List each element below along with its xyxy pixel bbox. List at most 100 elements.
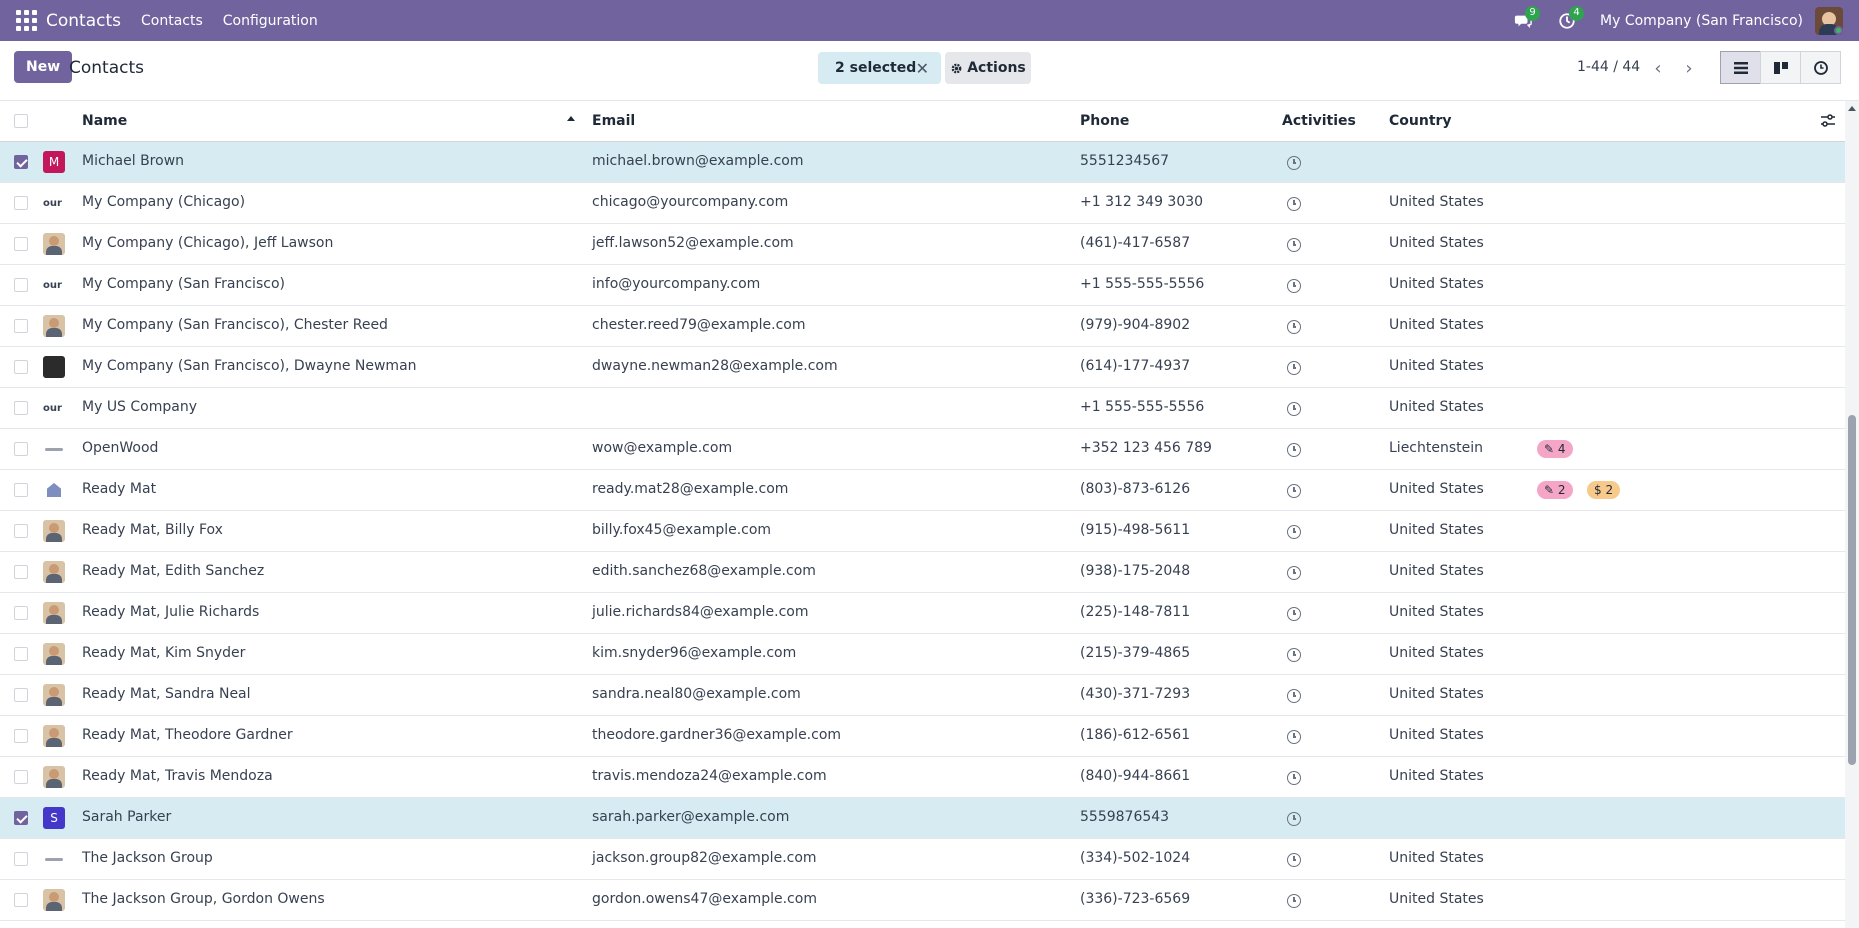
table-row[interactable]: our My Company (Chicago) chicago@yourcompa… — [0, 183, 1845, 224]
activity-clock-icon[interactable] — [1287, 894, 1301, 908]
table-row[interactable]: Ready Mat, Kim Snyder kim.snyder96@exampl… — [0, 634, 1845, 675]
row-checkbox[interactable] — [14, 278, 28, 292]
contact-avatar — [43, 725, 65, 747]
table-row[interactable]: M Michael Brown michael.brown@example.com 5… — [0, 142, 1845, 183]
contact-avatar: our — [43, 397, 65, 419]
messages-button[interactable]: 9 — [1512, 5, 1541, 32]
contact-avatar — [43, 438, 65, 460]
activity-tag[interactable]: ✎ 2 — [1537, 481, 1573, 499]
contact-avatar: our — [43, 274, 65, 296]
pager-next-icon[interactable]: › — [1674, 53, 1704, 83]
row-checkbox[interactable] — [14, 893, 28, 907]
column-phone[interactable]: Phone — [1080, 113, 1129, 129]
activity-clock-icon[interactable] — [1287, 443, 1301, 457]
table-row[interactable]: My Company (San Francisco), Chester Reed… — [0, 306, 1845, 347]
row-checkbox[interactable] — [14, 319, 28, 333]
row-checkbox[interactable] — [14, 196, 28, 210]
activity-clock-icon[interactable] — [1287, 730, 1301, 744]
app-menu-icon[interactable] — [14, 9, 38, 33]
table-row[interactable]: our My US Company +1 555-555-5556 United St… — [0, 388, 1845, 429]
row-checkbox[interactable] — [14, 770, 28, 784]
table-row[interactable]: Ready Mat, Sandra Neal sandra.neal80@exam… — [0, 675, 1845, 716]
table-row[interactable]: Ready Mat, Julie Richards julie.richards8… — [0, 593, 1845, 634]
row-checkbox[interactable] — [14, 524, 28, 538]
activity-clock-icon[interactable] — [1287, 853, 1301, 867]
activity-tag[interactable]: ✎ 4 — [1537, 440, 1573, 458]
contact-avatar — [43, 561, 65, 583]
activity-clock-icon[interactable] — [1287, 279, 1301, 293]
activity-view-button[interactable] — [1800, 51, 1841, 84]
table-row[interactable]: S Sarah Parker sarah.parker@example.com 555… — [0, 798, 1845, 839]
activity-clock-icon[interactable] — [1287, 566, 1301, 580]
table-row[interactable]: Ready Mat, Billy Fox billy.fox45@example.… — [0, 511, 1845, 552]
kanban-view-button[interactable] — [1760, 51, 1801, 84]
activity-clock-icon[interactable] — [1287, 689, 1301, 703]
contact-avatar — [43, 479, 65, 501]
contact-phone: (840)-944-8661 — [1080, 768, 1191, 784]
row-checkbox[interactable] — [14, 401, 28, 415]
contact-phone: +1 555-555-5556 — [1080, 399, 1205, 415]
sale-tag[interactable]: $ 2 — [1587, 481, 1621, 499]
contact-name: My Company (San Francisco), Dwayne Newma… — [82, 358, 417, 374]
company-switcher[interactable]: My Company (San Francisco) — [1600, 13, 1803, 29]
contact-name: Ready Mat, Billy Fox — [82, 522, 223, 538]
activity-clock-icon[interactable] — [1287, 771, 1301, 785]
activity-clock-icon[interactable] — [1287, 402, 1301, 416]
row-checkbox[interactable] — [14, 565, 28, 579]
table-row[interactable]: The Jackson Group, Gordon Owens gordon.ow… — [0, 880, 1845, 921]
column-activities[interactable]: Activities — [1282, 113, 1356, 129]
table-row[interactable]: Ready Mat, Theodore Gardner theodore.gard… — [0, 716, 1845, 757]
activity-clock-icon[interactable] — [1287, 361, 1301, 375]
activity-clock-icon[interactable] — [1287, 648, 1301, 662]
contact-phone: (186)-612-6561 — [1080, 727, 1191, 743]
column-country[interactable]: Country — [1389, 113, 1452, 129]
pager-previous-icon[interactable]: ‹ — [1643, 53, 1673, 83]
activities-button[interactable]: 4 — [1556, 5, 1585, 32]
row-checkbox[interactable] — [14, 811, 28, 825]
activity-clock-icon[interactable] — [1287, 320, 1301, 334]
app-name[interactable]: Contacts — [46, 11, 121, 31]
table-row[interactable]: OpenWood wow@example.com +352 123 456 789 L… — [0, 429, 1845, 470]
activity-clock-icon[interactable] — [1287, 238, 1301, 252]
row-checkbox[interactable] — [14, 237, 28, 251]
list-view-button[interactable] — [1720, 51, 1761, 84]
row-checkbox[interactable] — [14, 729, 28, 743]
pager-value[interactable]: 1-44 / 44 — [1577, 59, 1640, 75]
table-row[interactable]: Ready Mat, Travis Mendoza travis.mendoza2… — [0, 757, 1845, 798]
row-checkbox[interactable] — [14, 852, 28, 866]
activity-clock-icon[interactable] — [1287, 812, 1301, 826]
activity-clock-icon[interactable] — [1287, 484, 1301, 498]
row-checkbox[interactable] — [14, 647, 28, 661]
row-checkbox[interactable] — [14, 606, 28, 620]
table-row[interactable]: My Company (Chicago), Jeff Lawson jeff.la… — [0, 224, 1845, 265]
table-row[interactable]: Ready Mat ready.mat28@example.com (803)-87… — [0, 470, 1845, 511]
scrollbar-thumb[interactable] — [1848, 415, 1856, 765]
column-email[interactable]: Email — [592, 113, 635, 129]
menu-contacts[interactable]: Contacts — [141, 13, 203, 29]
contact-avatar: S — [43, 807, 65, 829]
user-avatar[interactable] — [1815, 6, 1843, 35]
clear-selection-icon[interactable]: ✕ — [916, 59, 929, 78]
activity-clock-icon[interactable] — [1287, 197, 1301, 211]
row-checkbox[interactable] — [14, 483, 28, 497]
optional-columns-icon[interactable] — [1820, 113, 1836, 129]
menu-configuration[interactable]: Configuration — [223, 13, 318, 29]
actions-button[interactable]: Actions — [945, 52, 1031, 84]
row-checkbox[interactable] — [14, 442, 28, 456]
row-checkbox[interactable] — [14, 155, 28, 169]
scroll-up-icon[interactable] — [1848, 106, 1856, 111]
activity-clock-icon[interactable] — [1287, 525, 1301, 539]
row-checkbox[interactable] — [14, 360, 28, 374]
activities-count-badge: 4 — [1569, 5, 1585, 21]
contact-phone: (430)-371-7293 — [1080, 686, 1191, 702]
table-row[interactable]: Ready Mat, Edith Sanchez edith.sanchez68@… — [0, 552, 1845, 593]
activity-clock-icon[interactable] — [1287, 607, 1301, 621]
row-checkbox[interactable] — [14, 688, 28, 702]
column-name[interactable]: Name — [82, 113, 127, 129]
table-row[interactable]: our My Company (San Francisco) info@yourco… — [0, 265, 1845, 306]
select-all-checkbox[interactable] — [14, 114, 28, 128]
new-button[interactable]: New — [14, 51, 73, 83]
table-row[interactable]: The Jackson Group jackson.group82@example… — [0, 839, 1845, 880]
table-row[interactable]: My Company (San Francisco), Dwayne Newma… — [0, 347, 1845, 388]
activity-clock-icon[interactable] — [1287, 156, 1301, 170]
